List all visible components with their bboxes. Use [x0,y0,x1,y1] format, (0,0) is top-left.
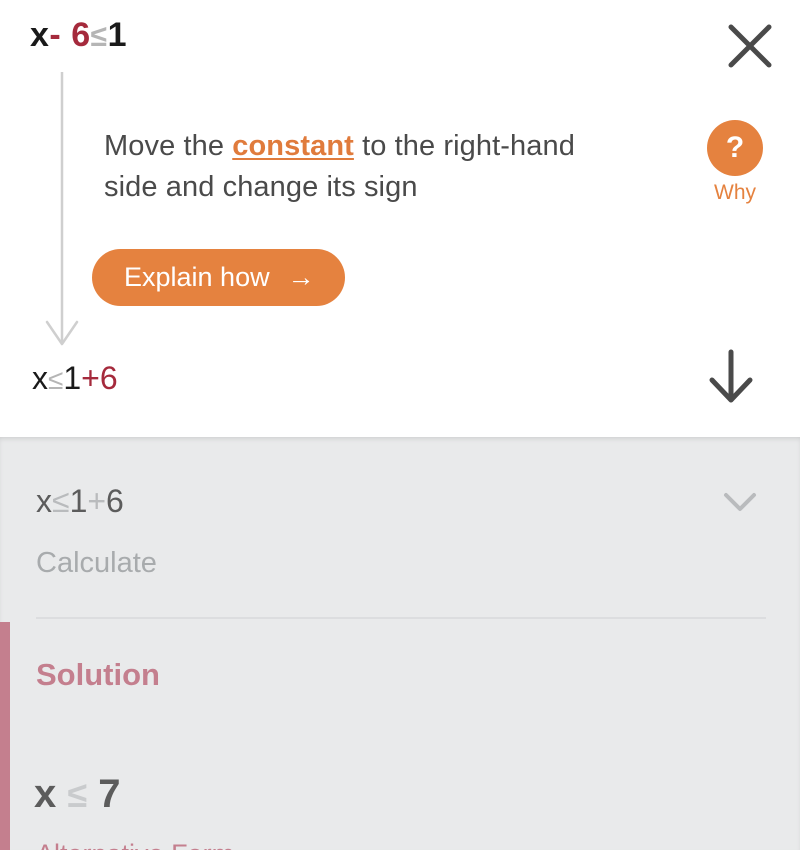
expand-step-button[interactable] [718,487,762,517]
arrow-down-icon [709,349,753,403]
hint-equation-result: x≤1+6 [32,362,118,394]
equation-variable: x [30,16,50,54]
chevron-down-icon [724,493,756,511]
step-relation: ≤ [52,483,70,519]
why-help-button[interactable]: ? Why [700,120,770,203]
step-flow-arrow [44,72,80,350]
solver-step-equation: x≤1+6 [36,485,124,517]
solution-value: 7 [98,772,121,816]
close-icon [728,24,772,68]
solver-action-label: Calculate [36,547,157,579]
explain-how-button[interactable]: Explain how → [92,249,345,306]
solver-panel: x≤1+6 Calculate Solution x ≤ 7 [0,437,800,850]
step-plus-sign: + [87,483,107,519]
step-addend: 6 [106,483,124,519]
solution-equation: x ≤ 7 [34,774,121,814]
next-step-button[interactable] [704,348,758,404]
explain-how-label: Explain how [124,262,270,292]
hint-equation-top: x- 6≤1 [30,18,127,52]
solution-accent-bar [0,622,10,850]
question-mark-icon: ? [707,120,763,176]
result-right-side: 1 [63,360,82,396]
section-divider [36,617,766,619]
step-variable: x [36,483,52,519]
solver-step-row[interactable]: x≤1+6 [0,485,800,547]
result-variable: x [32,360,48,396]
equation-relation: ≤ [90,20,108,53]
arrow-right-icon: → [287,262,315,292]
instruction-keyword-constant[interactable]: constant [232,130,354,162]
solution-variable: x [34,772,57,816]
solution-relation: ≤ [67,774,88,815]
instruction-text-before: Move the [104,130,233,162]
result-relation: ≤ [48,364,64,395]
hint-instruction: Move the constant to the right-hand side… [104,126,624,208]
long-down-arrow-icon [45,72,79,346]
step-right-side: 1 [69,483,88,519]
cut-off-section-label: Alternative Form [36,841,234,850]
why-label: Why [714,181,756,204]
hint-panel: x- 6≤1 Move the constant to the right-ha… [0,0,800,437]
equation-constant-term: - 6 [49,16,91,54]
solution-heading: Solution [36,657,160,692]
close-button[interactable] [724,20,776,72]
result-moved-term: +6 [81,360,118,396]
equation-right-side: 1 [107,16,127,54]
